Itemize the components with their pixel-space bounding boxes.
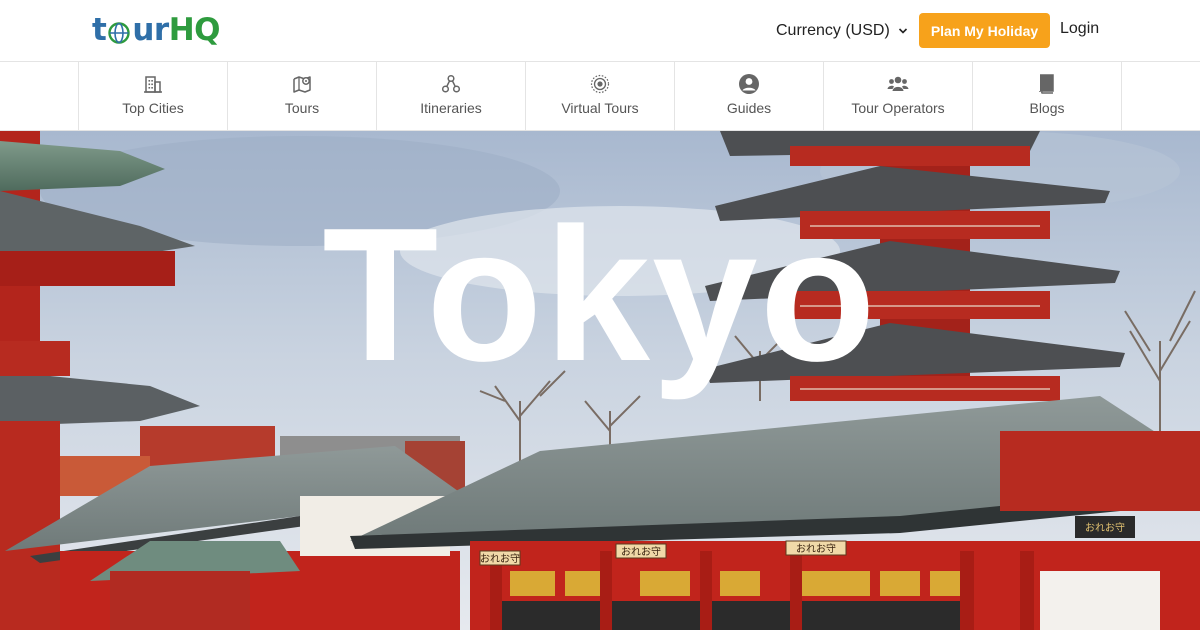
temple-sign-text: おれお守 <box>621 545 661 558</box>
logo-text-hq: HQ <box>168 12 221 48</box>
nav-item-tours[interactable]: Tours <box>228 62 377 131</box>
nav-label: Virtual Tours <box>561 100 639 116</box>
users-icon <box>887 73 909 95</box>
user-circle-icon <box>738 73 760 95</box>
nav-label: Tour Operators <box>851 100 945 116</box>
nav-item-itineraries[interactable]: Itineraries <box>377 62 526 131</box>
logo-text-t: t <box>92 12 107 48</box>
nav-label: Tours <box>284 100 320 116</box>
virtual-tour-icon <box>589 73 611 95</box>
building-icon <box>142 73 164 95</box>
nav-label: Itineraries <box>420 100 482 116</box>
nav-label: Blogs <box>1029 100 1065 116</box>
nav-label: Guides <box>726 100 772 116</box>
temple-sign-text: おれお守 <box>480 552 520 565</box>
tourhq-logo[interactable]: t ur HQ <box>92 10 221 50</box>
nav-item-blogs[interactable]: Blogs <box>973 62 1122 131</box>
nav-item-tour-operators[interactable]: Tour Operators <box>824 62 973 131</box>
currency-label: Currency (USD) <box>776 22 890 39</box>
hero-title: Tokyo <box>322 189 878 401</box>
hero-banner: おれお守 おれお守 おれお守 おれお守 Tokyo <box>0 131 1200 630</box>
logo-text-ur: ur <box>132 12 169 48</box>
main-nav: Top Cities Tours Itineraries Virtual Tou… <box>0 62 1200 131</box>
nav-item-virtual-tours[interactable]: Virtual Tours <box>526 62 675 131</box>
currency-dropdown[interactable]: Currency (USD) <box>776 20 908 42</box>
chevron-down-icon <box>898 28 907 34</box>
globe-icon <box>108 22 131 44</box>
temple-sign-text: おれお守 <box>796 542 836 555</box>
nav-item-top-cities[interactable]: Top Cities <box>79 62 228 131</box>
book-icon <box>1036 73 1058 95</box>
temple-sign-text: おれお守 <box>1085 521 1125 534</box>
nav-label: Top Cities <box>122 100 184 116</box>
plan-my-holiday-button[interactable]: Plan My Holiday <box>919 13 1050 48</box>
map-pin-icon <box>291 73 313 95</box>
top-header: t ur HQ Currency (USD) Plan My Holiday L… <box>0 0 1200 62</box>
login-link[interactable]: Login <box>1060 20 1099 38</box>
itinerary-icon <box>440 73 462 95</box>
nav-item-guides[interactable]: Guides <box>675 62 824 131</box>
